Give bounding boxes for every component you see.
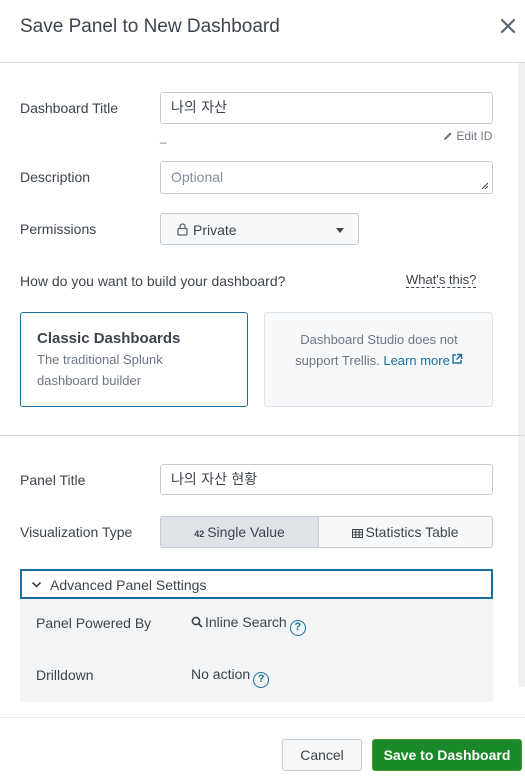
whats-this-link[interactable]: What's this? bbox=[406, 272, 477, 288]
statistics-table-option[interactable]: Statistics Table bbox=[319, 517, 492, 547]
dashboard-title-input[interactable]: 나의 자산 bbox=[160, 92, 493, 124]
panel-title-input[interactable]: 나의 자산 현황 bbox=[160, 464, 493, 495]
drilldown-help-icon[interactable]: ? bbox=[253, 672, 270, 688]
dashboard-studio-card: Dashboard Studio does not support Trelli… bbox=[264, 312, 493, 407]
single-value-option[interactable]: 42 Single Value bbox=[161, 517, 319, 547]
advanced-settings-header: Advanced Panel Settings bbox=[50, 577, 207, 593]
learn-more-link[interactable]: Learn more bbox=[383, 353, 463, 368]
edit-id-label: Edit ID bbox=[456, 129, 493, 143]
classic-dashboards-title: Classic Dashboards bbox=[37, 330, 181, 347]
dialog-header: Save Panel to New Dashboard bbox=[0, 0, 525, 63]
close-icon[interactable] bbox=[497, 15, 519, 37]
scrollbar[interactable] bbox=[518, 63, 525, 687]
advanced-panel-settings: Advanced Panel Settings Panel Powered By… bbox=[20, 569, 493, 702]
description-field[interactable]: Optional bbox=[160, 161, 493, 194]
lock-icon bbox=[177, 223, 188, 236]
single-value-icon: 42 bbox=[194, 529, 205, 539]
save-to-dashboard-button[interactable]: Save to Dashboard bbox=[372, 739, 522, 771]
inline-search-label: Inline Search bbox=[205, 614, 287, 630]
powered-by-help-icon[interactable]: ? bbox=[289, 620, 306, 636]
visualization-type-label: Visualization Type bbox=[20, 524, 133, 540]
statistics-table-label: Statistics Table bbox=[365, 524, 459, 540]
pencil-icon bbox=[444, 132, 452, 140]
chevron-down-icon bbox=[31, 581, 42, 588]
caret-down-icon bbox=[336, 228, 344, 233]
studio-message: Dashboard Studio does not support Trelli… bbox=[279, 329, 479, 371]
external-link-icon bbox=[452, 353, 463, 364]
resize-handle-icon[interactable] bbox=[481, 182, 489, 190]
search-icon bbox=[191, 616, 203, 628]
cancel-button[interactable]: Cancel bbox=[282, 739, 362, 771]
dashboard-id: _ bbox=[160, 130, 167, 144]
edit-id-link[interactable]: Edit ID bbox=[443, 129, 492, 143]
classic-dashboards-card[interactable]: Classic Dashboards The traditional Splun… bbox=[20, 312, 248, 407]
permissions-value: Private bbox=[193, 222, 237, 238]
dashboard-title-label: Dashboard Title bbox=[20, 100, 119, 116]
panel-powered-by-value: Inline Search? bbox=[191, 614, 306, 636]
single-value-label: Single Value bbox=[207, 524, 285, 540]
section-divider bbox=[0, 435, 525, 436]
advanced-settings-toggle[interactable]: Advanced Panel Settings bbox=[20, 569, 493, 599]
drilldown-label: Drilldown bbox=[36, 667, 94, 683]
panel-title-label: Panel Title bbox=[20, 472, 86, 488]
visualization-type-toggle: 42 Single Value Statistics Table bbox=[160, 516, 493, 548]
table-icon bbox=[352, 529, 364, 538]
footer-divider bbox=[0, 717, 525, 718]
description-placeholder: Optional bbox=[171, 169, 224, 185]
classic-dashboards-desc: The traditional Splunk dashboard builder bbox=[37, 352, 163, 388]
description-label: Description bbox=[20, 169, 91, 185]
permissions-label: Permissions bbox=[20, 221, 97, 237]
drilldown-value: No action? bbox=[191, 666, 270, 688]
panel-powered-by-label: Panel Powered By bbox=[36, 615, 152, 631]
drilldown-action-label: No action bbox=[191, 666, 251, 682]
permissions-dropdown[interactable]: Private bbox=[160, 213, 359, 245]
dialog-title: Save Panel to New Dashboard bbox=[20, 16, 280, 37]
build-question: How do you want to build your dashboard? bbox=[20, 273, 286, 289]
learn-more-label: Learn more bbox=[383, 353, 450, 368]
